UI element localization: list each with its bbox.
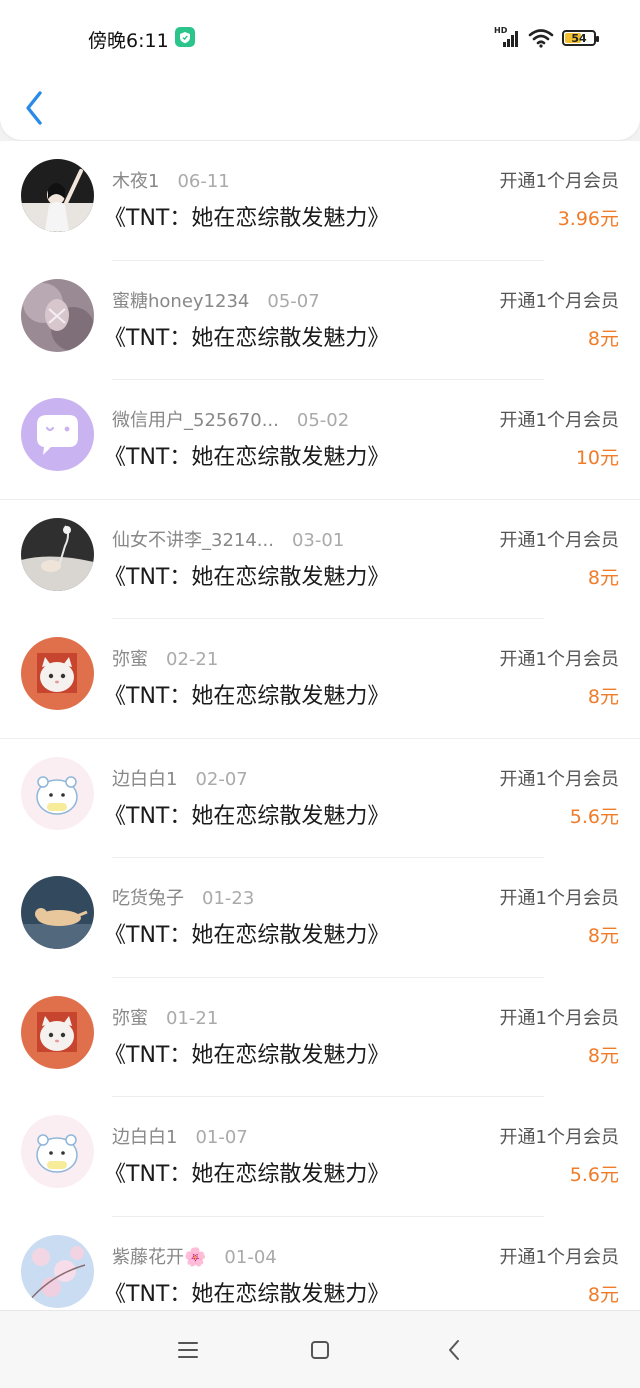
- avatar[interactable]: [21, 637, 94, 710]
- membership-label: 开通1个月会员: [499, 290, 619, 312]
- price: 8元: [587, 686, 619, 708]
- record-date: 03-01: [291, 529, 345, 551]
- price: 8元: [587, 1044, 619, 1067]
- record-date: 05-02: [296, 410, 350, 431]
- system-nav-bar: [0, 1310, 640, 1388]
- content-title: 《TNT：她在恋综散发魅力》: [104, 445, 390, 470]
- membership-label: 开通1个月会员: [499, 888, 619, 909]
- back-button[interactable]: [18, 88, 52, 128]
- list-item[interactable]: 吃货兔子 01-23 《TNT：她在恋综散发魅力》 开通1个月会员 8元: [0, 858, 640, 978]
- user-name: 微信用户_525670...: [112, 410, 279, 431]
- content-title: 《TNT：她在恋综散发魅力》: [104, 684, 390, 709]
- content-title: 《TNT：她在恋综散发魅力》: [104, 803, 390, 829]
- purchase-record-list: 木夜1 06-11 《TNT：她在恋综散发魅力》 开通1个月会员 3.96元 蜜糖…: [0, 141, 640, 1310]
- list-item[interactable]: 弥蜜 02-21 《TNT：她在恋综散发魅力》 开通1个月会员 8元: [0, 619, 640, 739]
- list-item[interactable]: 紫藤花开🌸 01-04 《TNT：她在恋综散发魅力》 开通1个月会员 8元: [0, 1217, 640, 1311]
- user-name: 吃货兔子: [112, 888, 184, 909]
- membership-label: 开通1个月会员: [499, 1127, 619, 1148]
- user-name: 边白白1: [112, 768, 178, 790]
- price: 5.6元: [569, 805, 619, 828]
- user-name: 仙女不讲李_3214...: [112, 529, 274, 551]
- battery-percent: 54: [571, 31, 587, 45]
- content-title: 《TNT：她在恋综散发魅力》: [104, 206, 390, 231]
- list-item[interactable]: 微信用户_525670... 05-02 《TNT：她在恋综散发魅力》 开通1个月…: [0, 380, 640, 500]
- membership-label: 开通1个月会员: [499, 410, 619, 431]
- record-date: 02-07: [195, 768, 248, 790]
- record-date: 01-21: [166, 1007, 219, 1029]
- price: 8元: [587, 327, 619, 350]
- content-title: 《TNT：她在恋综散发魅力》: [104, 923, 390, 948]
- wifi-icon: [528, 28, 554, 48]
- record-date: 02-21: [166, 649, 219, 670]
- home-button[interactable]: [305, 1335, 335, 1365]
- top-bar: 傍晚6:11 HD 54: [0, 0, 640, 140]
- membership-label: 开通1个月会员: [499, 768, 619, 790]
- menu-icon: [178, 1342, 198, 1358]
- content-title: 《TNT：她在恋综散发魅力》: [104, 325, 390, 351]
- user-name: 紫藤花开🌸: [112, 1246, 207, 1268]
- content-title: 《TNT：她在恋综散发魅力》: [104, 1281, 390, 1307]
- status-icons: HD 54: [494, 26, 599, 50]
- record-date: 01-04: [224, 1246, 277, 1268]
- avatar[interactable]: [21, 995, 94, 1069]
- user-name: 边白白1: [112, 1127, 178, 1148]
- content-title: 《TNT：她在恋综散发魅力》: [104, 1162, 390, 1187]
- user-name: 木夜1: [112, 171, 160, 192]
- list-item[interactable]: 仙女不讲李_3214... 03-01 《TNT：她在恋综散发魅力》 开通1个月会…: [0, 500, 640, 619]
- content-title: 《TNT：她在恋综散发魅力》: [104, 564, 390, 590]
- list-item[interactable]: 边白白1 01-07 《TNT：她在恋综散发魅力》 开通1个月会员 5.6元: [0, 1097, 640, 1217]
- back-icon: [449, 1340, 459, 1360]
- price: 8元: [587, 566, 619, 589]
- membership-label: 开通1个月会员: [499, 649, 619, 670]
- record-date: 01-07: [195, 1127, 248, 1148]
- price: 8元: [587, 1283, 619, 1306]
- avatar[interactable]: [21, 517, 94, 591]
- price: 10元: [575, 447, 619, 469]
- user-name: 弥蜜: [112, 1007, 148, 1029]
- signal-icon: HD: [494, 26, 520, 48]
- avatar[interactable]: [21, 756, 94, 830]
- avatar[interactable]: [21, 876, 94, 949]
- list-item[interactable]: 蜜糖honey1234 05-07 《TNT：她在恋综散发魅力》 开通1个月会员 …: [0, 261, 640, 380]
- battery-icon: 54: [562, 30, 599, 46]
- avatar[interactable]: [21, 278, 94, 352]
- list-item[interactable]: 弥蜜 01-21 《TNT：她在恋综散发魅力》 开通1个月会员 8元: [0, 978, 640, 1097]
- content-title: 《TNT：她在恋综散发魅力》: [104, 1042, 390, 1068]
- price: 5.6元: [569, 1164, 619, 1186]
- avatar[interactable]: [21, 1234, 94, 1308]
- membership-label: 开通1个月会员: [499, 171, 619, 192]
- status-time: 傍晚6:11: [88, 30, 169, 52]
- price: 3.96元: [557, 208, 619, 230]
- record-date: 01-23: [202, 888, 255, 909]
- membership-label: 开通1个月会员: [499, 1246, 619, 1268]
- avatar[interactable]: [21, 1115, 94, 1188]
- user-name: 弥蜜: [112, 649, 148, 670]
- list-item[interactable]: 边白白1 02-07 《TNT：她在恋综散发魅力》 开通1个月会员 5.6元: [0, 739, 640, 858]
- price: 8元: [587, 925, 619, 947]
- record-date: 05-07: [267, 290, 320, 312]
- avatar[interactable]: [21, 398, 94, 471]
- user-name: 蜜糖honey1234: [112, 290, 250, 312]
- home-icon: [311, 1341, 329, 1359]
- membership-label: 开通1个月会员: [499, 1007, 619, 1029]
- chevron-left-icon: [26, 91, 42, 125]
- shield-icon: [175, 27, 195, 47]
- menu-button[interactable]: [173, 1335, 203, 1365]
- system-back-button[interactable]: [440, 1335, 470, 1365]
- list-item[interactable]: 木夜1 06-11 《TNT：她在恋综散发魅力》 开通1个月会员 3.96元: [0, 141, 640, 261]
- avatar[interactable]: [21, 159, 94, 232]
- membership-label: 开通1个月会员: [499, 529, 619, 551]
- record-date: 06-11: [177, 171, 230, 192]
